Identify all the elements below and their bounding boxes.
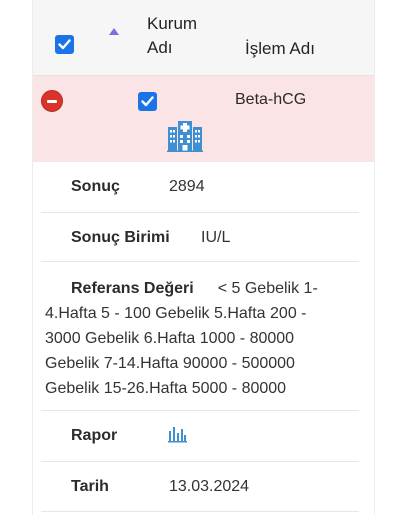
referans-label: Referans Değeri — [71, 280, 194, 297]
select-all-checkbox[interactable] — [55, 35, 74, 54]
bar-chart-icon[interactable] — [168, 423, 187, 443]
rapor-label: Rapor — [71, 427, 118, 444]
divider — [41, 511, 359, 512]
referans-block: Referans Değeri < 5 Gebelik 1-4.Hafta 5 -… — [45, 276, 345, 401]
tarih-value: 13.03.2024 — [169, 478, 250, 495]
table-header: Kurum Adı İşlem Adı — [33, 0, 374, 76]
detail-sonuc: Sonuç 2894 — [33, 162, 374, 212]
detail-birim: Sonuç Birimi IU/L — [33, 213, 374, 261]
sonuc-label: Sonuç — [71, 178, 120, 195]
detail-referans: Referans Değeri < 5 Gebelik 1-4.Hafta 5 -… — [33, 262, 374, 410]
checkmark-icon — [141, 96, 154, 107]
birim-value: IU/L — [201, 229, 231, 246]
column-header-kurum[interactable]: Kurum Adı — [147, 12, 217, 60]
referans-value: < 5 Gebelik 1-4.Hafta 5 - 100 Gebelik 5.… — [45, 280, 318, 397]
column-header-islem[interactable]: İşlem Adı — [245, 37, 315, 61]
tarih-label: Tarih — [71, 478, 109, 495]
sonuc-value: 2894 — [169, 178, 205, 195]
minus-icon — [47, 99, 57, 103]
birim-label: Sonuç Birimi — [71, 229, 170, 246]
table-row[interactable]: Beta-hCG — [33, 76, 374, 162]
collapse-row-button[interactable] — [41, 90, 63, 112]
hospital-building-icon — [167, 121, 203, 152]
detail-tarih: Tarih 13.03.2024 — [33, 462, 374, 512]
row-checkbox[interactable] — [138, 92, 157, 111]
checkmark-icon — [58, 39, 71, 50]
procedure-name: Beta-hCG — [235, 91, 307, 108]
results-panel: Kurum Adı İşlem Adı Beta-hCG Sonuç 2894 … — [32, 0, 375, 515]
sort-ascending-icon[interactable] — [109, 28, 119, 35]
detail-rapor: Rapor — [33, 411, 374, 461]
